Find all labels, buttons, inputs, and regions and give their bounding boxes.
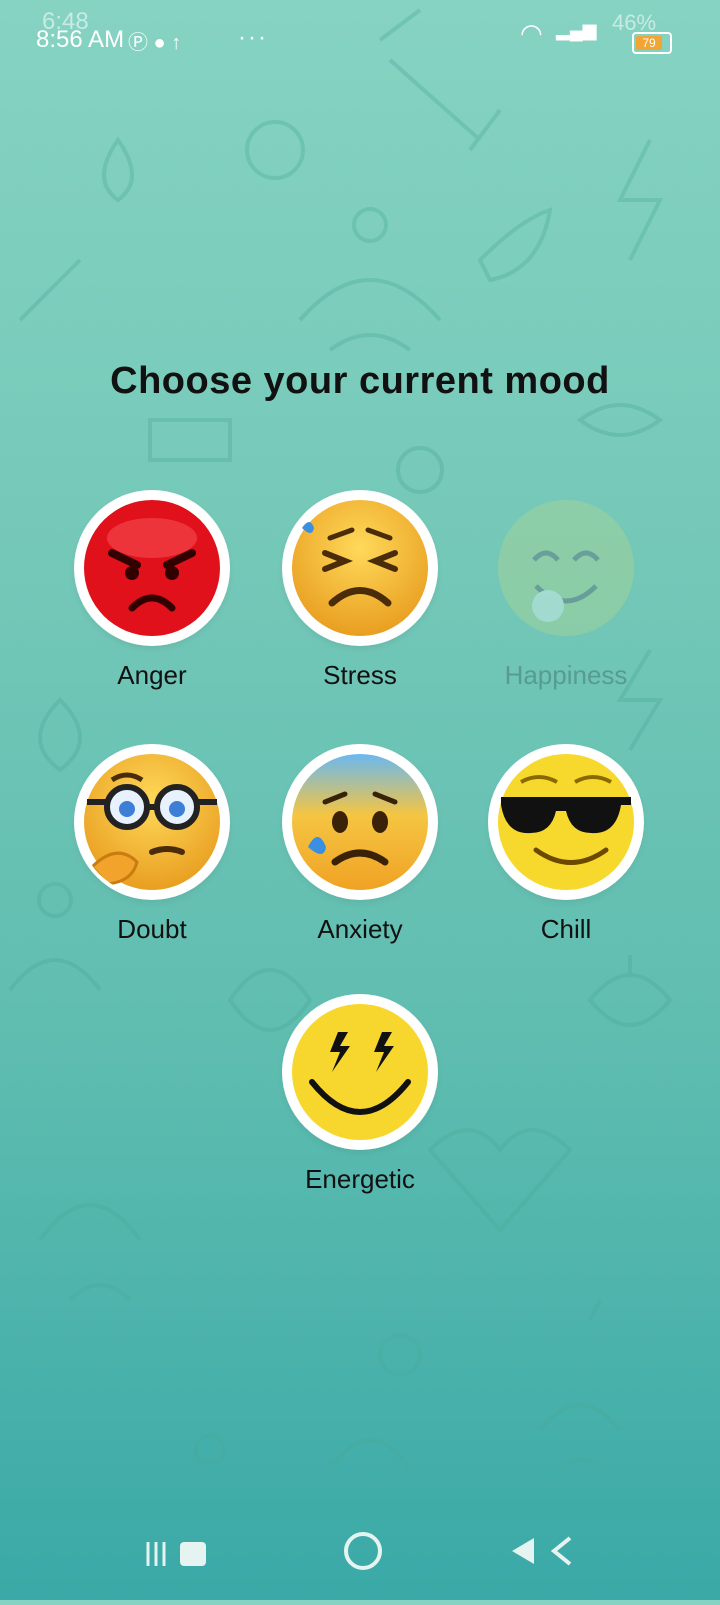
thinking-face-icon bbox=[78, 748, 226, 896]
stressed-face-icon bbox=[286, 494, 434, 642]
mood-energetic[interactable]: Energetic bbox=[280, 998, 440, 1195]
mood-label: Happiness bbox=[504, 660, 628, 690]
recent-apps-button[interactable] bbox=[146, 1538, 212, 1573]
happy-face-icon bbox=[492, 494, 640, 642]
mood-label: Anger bbox=[117, 660, 187, 690]
mood-label: Doubt bbox=[117, 914, 187, 944]
wifi-icon: ◠ bbox=[520, 18, 543, 48]
sunglasses-face-icon bbox=[492, 748, 640, 896]
mood-anger[interactable]: Anger bbox=[72, 494, 232, 691]
signal-icon: ▂▄▆ bbox=[556, 20, 597, 40]
mood-label: Anxiety bbox=[317, 914, 403, 944]
mood-label: Energetic bbox=[305, 1164, 415, 1194]
navigation-bar bbox=[0, 1490, 720, 1600]
mood-happiness[interactable]: Happiness bbox=[486, 494, 646, 691]
page-title: Choose your current mood bbox=[110, 360, 610, 402]
mood-chill[interactable]: Chill bbox=[486, 748, 646, 945]
status-time: 8:56 AM bbox=[36, 26, 125, 53]
mood-stress[interactable]: Stress bbox=[280, 494, 440, 691]
mood-anxiety[interactable]: Anxiety bbox=[280, 748, 440, 945]
energetic-face-icon bbox=[286, 998, 434, 1146]
status-bar: 6:48 8:56 AM Ⓟ ● ↑ ··· ◠ ▂▄▆ 46% 79 bbox=[0, 0, 720, 60]
angry-face-icon bbox=[78, 494, 226, 642]
mood-label: Stress bbox=[323, 660, 397, 690]
back-button[interactable] bbox=[508, 1534, 578, 1573]
mood-label: Chill bbox=[540, 914, 592, 944]
battery-icon: 79 bbox=[632, 32, 672, 54]
notification-icons: Ⓟ ● ↑ bbox=[128, 32, 182, 54]
anxious-face-icon bbox=[286, 748, 434, 896]
status-overflow: ··· bbox=[238, 24, 268, 51]
battery-level: 79 bbox=[636, 36, 662, 50]
mood-doubt[interactable]: Doubt bbox=[72, 748, 232, 945]
home-button[interactable] bbox=[344, 1532, 382, 1570]
